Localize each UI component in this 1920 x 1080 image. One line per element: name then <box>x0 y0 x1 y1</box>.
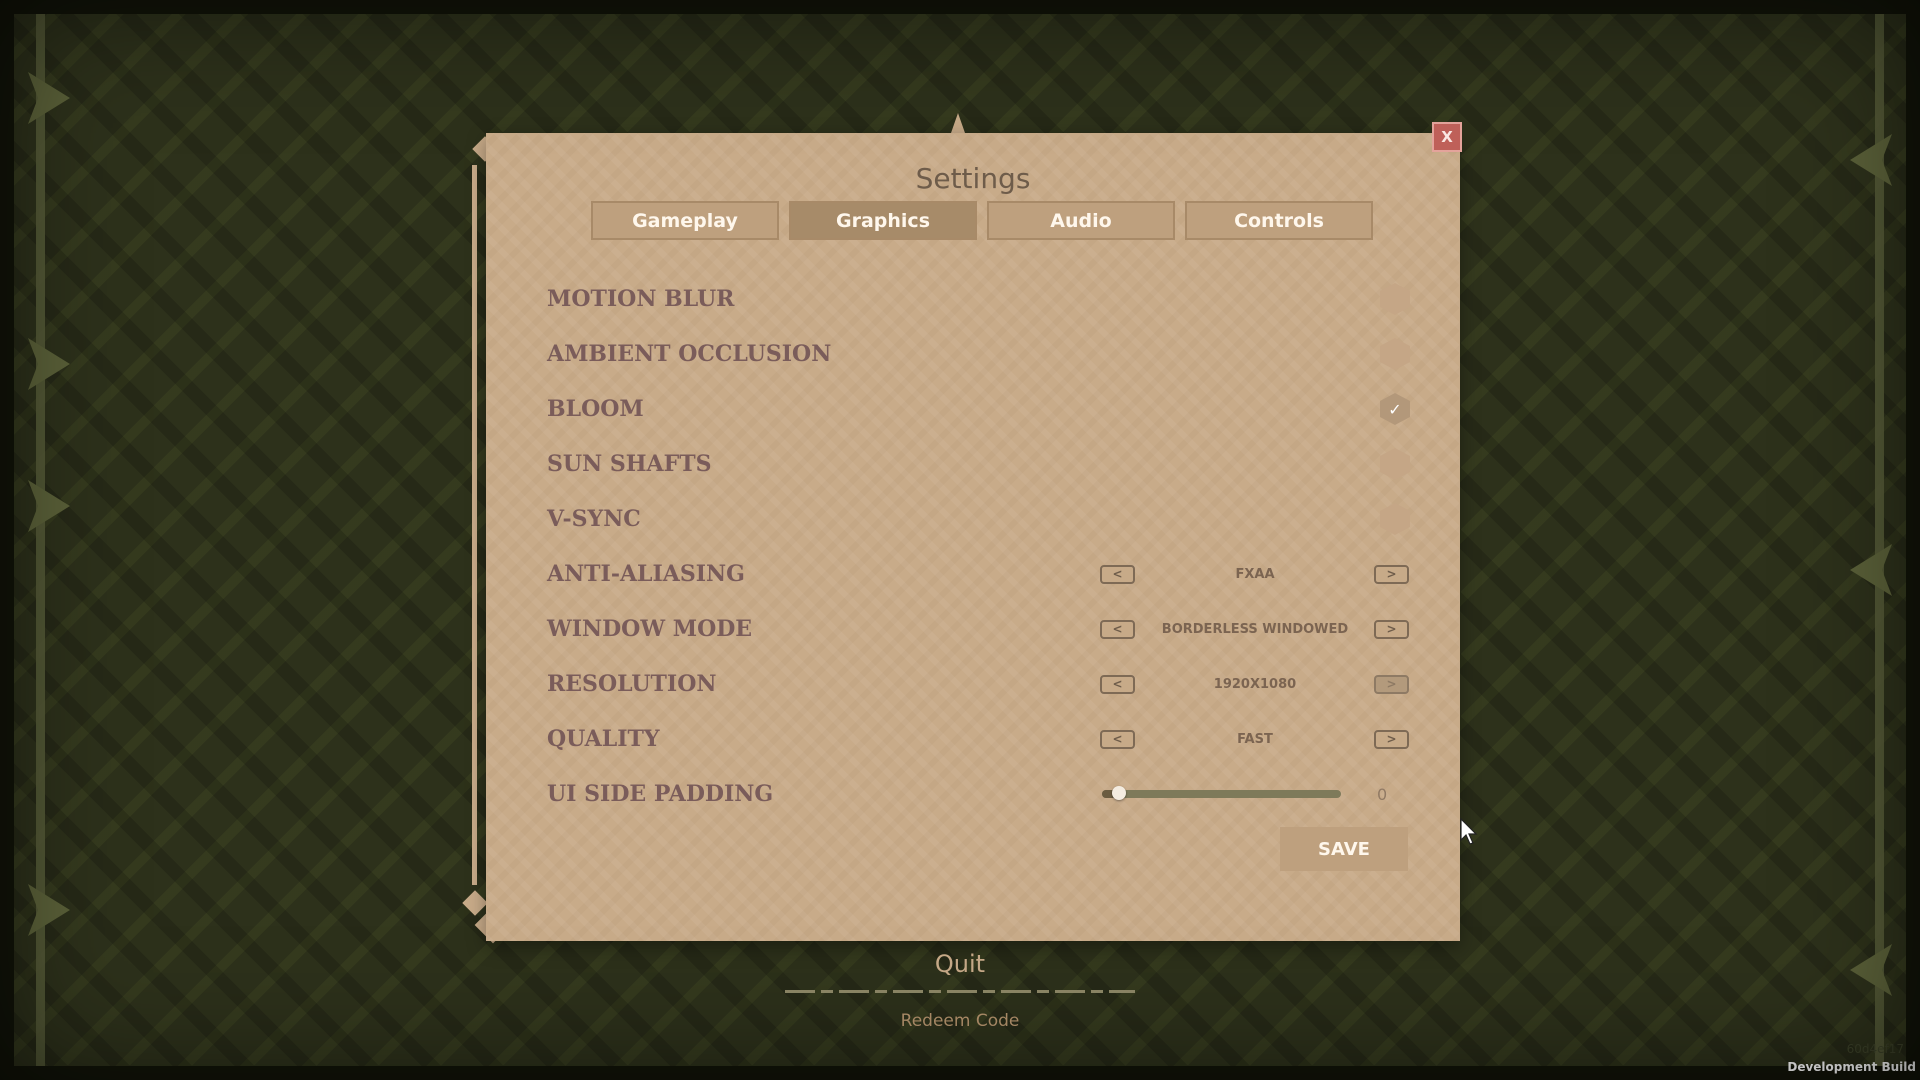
menu-divider <box>785 990 1135 993</box>
quit-button[interactable]: Quit <box>860 950 1060 978</box>
resolution-prev-button[interactable]: < <box>1100 674 1135 694</box>
anti-aliasing-next-button[interactable]: > <box>1374 564 1409 584</box>
setting-label: QUALITY <box>547 726 660 752</box>
setting-label: SUN SHAFTS <box>547 451 712 477</box>
left-chevron-ornament <box>28 338 70 390</box>
resolution-next-button[interactable]: > <box>1374 674 1409 694</box>
right-chevron-ornament <box>1850 944 1892 996</box>
panel-spine <box>472 165 477 885</box>
dialog-title: Settings <box>915 162 1031 195</box>
motion-blur-checkbox[interactable] <box>1380 283 1410 315</box>
left-chevron-ornament <box>28 72 70 124</box>
quality-value: FAST <box>1237 731 1273 747</box>
setting-row-ambient-occlusion: AMBIENT OCCLUSION <box>547 334 1417 374</box>
setting-row-motion-blur: MOTION BLUR <box>547 279 1417 319</box>
ambient-occlusion-checkbox[interactable] <box>1380 338 1410 370</box>
setting-label: UI SIDE PADDING <box>547 781 774 807</box>
setting-row-quality: QUALITY < FAST > <box>547 719 1417 759</box>
setting-row-v-sync: V-SYNC <box>547 499 1417 539</box>
development-build-label: Development Build <box>1787 1060 1916 1074</box>
redeem-code-link[interactable]: Redeem Code <box>860 1011 1060 1031</box>
panel-top-spike <box>951 113 965 133</box>
settings-tabs: Gameplay Graphics Audio Controls <box>591 201 1373 240</box>
setting-label: RESOLUTION <box>547 671 717 697</box>
left-chevron-ornament <box>28 884 70 936</box>
right-chevron-ornament <box>1850 134 1892 186</box>
setting-row-ui-side-padding: UI SIDE PADDING 0 <box>547 774 1417 814</box>
anti-aliasing-value: FXAA <box>1235 566 1275 582</box>
v-sync-checkbox[interactable] <box>1380 503 1410 535</box>
close-button[interactable]: X <box>1432 122 1462 152</box>
slider-handle[interactable] <box>1112 786 1126 800</box>
anti-aliasing-prev-button[interactable]: < <box>1100 564 1135 584</box>
setting-label: AMBIENT OCCLUSION <box>547 341 832 367</box>
setting-label: WINDOW MODE <box>547 616 753 642</box>
setting-row-resolution: RESOLUTION < 1920X1080 > <box>547 664 1417 704</box>
setting-label: MOTION BLUR <box>547 286 735 312</box>
setting-label: ANTI-ALIASING <box>547 561 745 587</box>
ui-side-padding-slider[interactable] <box>1102 786 1341 800</box>
mouse-cursor-icon <box>1460 818 1478 845</box>
save-button[interactable]: SAVE <box>1280 827 1408 871</box>
window-mode-value: BORDERLESS WINDOWED <box>1161 621 1349 637</box>
setting-row-window-mode: WINDOW MODE < BORDERLESS WINDOWED > <box>547 609 1417 649</box>
setting-label: V-SYNC <box>547 506 641 532</box>
setting-row-sun-shafts: SUN SHAFTS <box>547 444 1417 484</box>
bloom-checkbox[interactable]: ✓ <box>1380 393 1410 425</box>
tab-graphics[interactable]: Graphics <box>789 201 977 240</box>
setting-label: BLOOM <box>547 396 644 422</box>
left-chevron-ornament <box>28 480 70 532</box>
right-chevron-ornament <box>1850 544 1892 596</box>
setting-row-bloom: BLOOM ✓ <box>547 389 1417 429</box>
ui-side-padding-value: 0 <box>1377 784 1388 804</box>
panel-corner-ornament <box>462 890 488 916</box>
sun-shafts-checkbox[interactable] <box>1380 448 1410 480</box>
resolution-value: 1920X1080 <box>1213 676 1297 692</box>
check-icon: ✓ <box>1388 399 1402 419</box>
setting-row-anti-aliasing: ANTI-ALIASING < FXAA > <box>547 554 1417 594</box>
tab-audio[interactable]: Audio <box>987 201 1175 240</box>
quality-next-button[interactable]: > <box>1374 729 1409 749</box>
window-mode-next-button[interactable]: > <box>1374 619 1409 639</box>
window-mode-prev-button[interactable]: < <box>1100 619 1135 639</box>
build-hash: 60d4ef17 <box>1846 1042 1904 1056</box>
tab-gameplay[interactable]: Gameplay <box>591 201 779 240</box>
tab-controls[interactable]: Controls <box>1185 201 1373 240</box>
close-icon: X <box>1441 128 1453 146</box>
quality-prev-button[interactable]: < <box>1100 729 1135 749</box>
